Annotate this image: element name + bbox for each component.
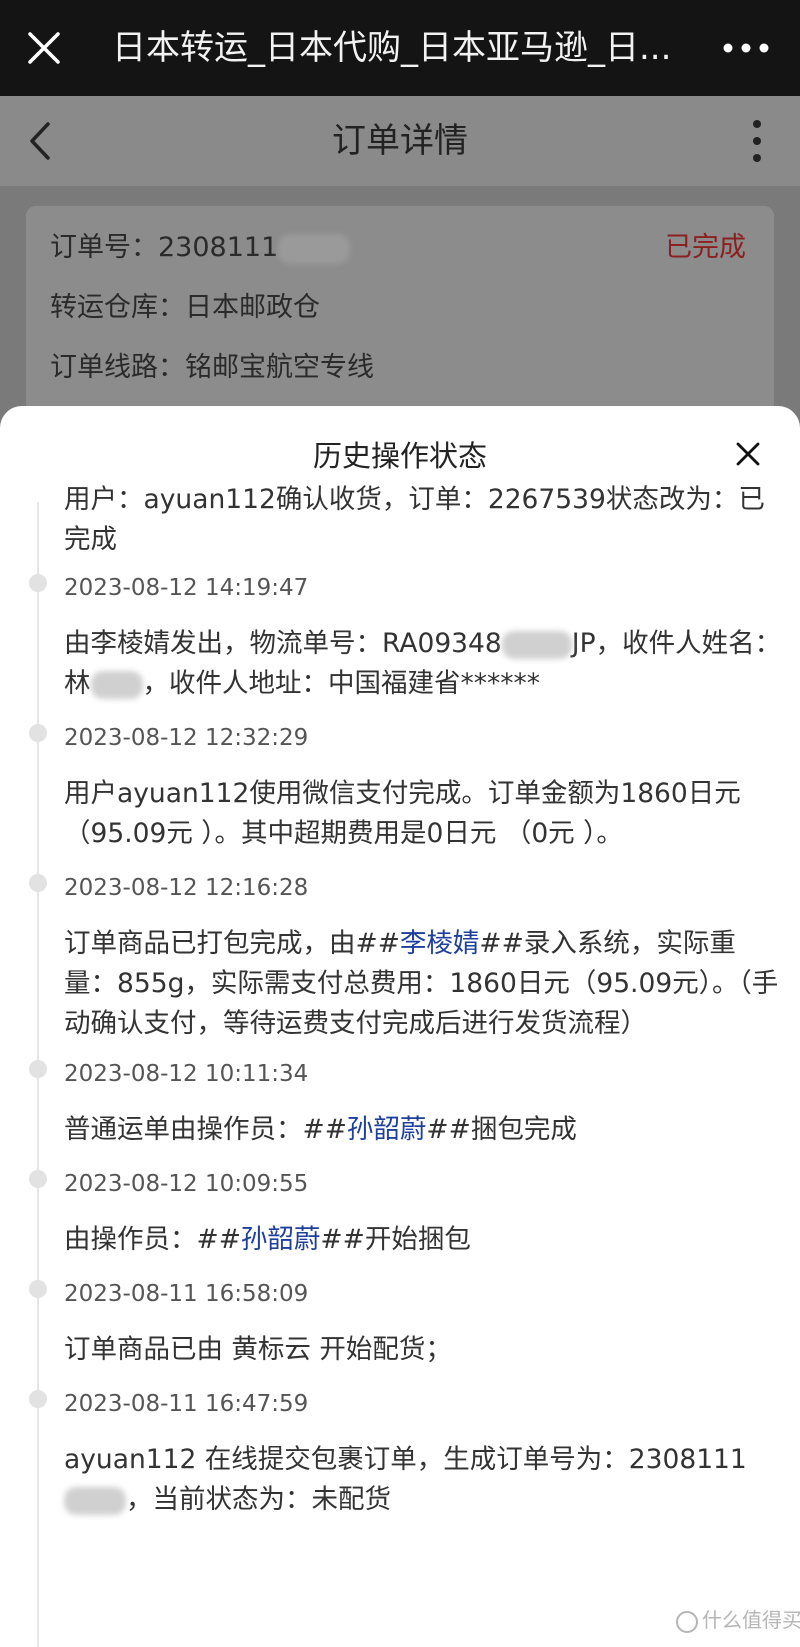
timeline-dot bbox=[29, 724, 47, 742]
watermark-text: 什么值得买 bbox=[702, 1608, 800, 1632]
route-label: 订单线路： bbox=[50, 352, 185, 383]
kebab-menu-icon[interactable] bbox=[742, 114, 772, 168]
order-number-label: 订单号： bbox=[50, 232, 158, 263]
history-timestamp: 2023-08-12 10:11:34 bbox=[64, 1061, 309, 1087]
timeline-dot bbox=[29, 574, 47, 592]
timeline-dot bbox=[29, 874, 47, 892]
timeline-dot bbox=[29, 1060, 47, 1078]
warehouse-value: 日本邮政仓 bbox=[185, 292, 320, 323]
redacted-blur bbox=[64, 1486, 126, 1515]
history-message-part: 由操作员：## bbox=[64, 1224, 241, 1255]
history-message-part: 由李棱婧发出，物流单号：RA09348 bbox=[64, 628, 502, 659]
close-icon[interactable] bbox=[22, 26, 66, 70]
route-value: 铭邮宝航空专线 bbox=[185, 352, 374, 383]
browser-title: 日本转运_日本代购_日本亚马逊_日... bbox=[112, 28, 672, 68]
history-message: 订单商品已由 黄标云 开始配货； bbox=[64, 1334, 452, 1365]
history-message: 普通运单由操作员：##孙韶蔚##捆包完成 bbox=[64, 1110, 784, 1150]
order-number-row: 订单号：2308111 bbox=[50, 228, 351, 268]
operator-name-link[interactable]: 李棱婧 bbox=[400, 928, 480, 959]
route-row: 订单线路：铭邮宝航空专线 bbox=[50, 348, 374, 388]
history-message-part: ##捆包完成 bbox=[426, 1114, 577, 1145]
history-timeline: 用户：ayuan112确认收货，订单：2267539状态改为：已完成 2023-… bbox=[0, 406, 800, 1647]
history-timestamp: 2023-08-12 10:09:55 bbox=[64, 1171, 309, 1197]
history-timestamp: 2023-08-12 12:16:28 bbox=[64, 875, 309, 901]
history-timestamp: 2023-08-12 12:32:29 bbox=[64, 725, 309, 751]
history-message-part: 订单商品已打包完成，由## bbox=[64, 928, 400, 959]
history-message-part: 普通运单由操作员：## bbox=[64, 1114, 347, 1145]
watermark: 什么值得买 bbox=[676, 1606, 800, 1634]
warehouse-row: 转运仓库：日本邮政仓 bbox=[50, 288, 320, 328]
page-title: 订单详情 bbox=[332, 121, 468, 161]
timeline-dot bbox=[29, 1280, 47, 1298]
warehouse-label: 转运仓库： bbox=[50, 292, 185, 323]
order-number-value: 2308111 bbox=[158, 232, 279, 263]
timeline-dot bbox=[29, 1390, 47, 1408]
redacted-blur bbox=[501, 630, 572, 659]
redacted-blur bbox=[90, 670, 143, 699]
history-message: ayuan112 在线提交包裹订单，生成订单号为：2308111 ，当前状态为：未… bbox=[64, 1440, 784, 1520]
history-message: 由操作员：##孙韶蔚##开始捆包 bbox=[64, 1220, 784, 1260]
operator-name-link[interactable]: 孙韶蔚 bbox=[347, 1114, 427, 1145]
history-message-part: ，收件人地址：中国福建省****** bbox=[142, 668, 541, 699]
timeline-dot bbox=[29, 1170, 47, 1188]
history-sheet: 历史操作状态 用户：ayuan112确认收货，订单：2267539状态改为：已完… bbox=[0, 406, 800, 1647]
history-timestamp: 2023-08-12 14:19:47 bbox=[64, 575, 309, 601]
redacted-blur bbox=[278, 233, 351, 264]
history-message-part: ，当前状态为：未配货 bbox=[126, 1484, 391, 1515]
history-timestamp: 2023-08-11 16:58:09 bbox=[64, 1281, 309, 1307]
page-header: 订单详情 bbox=[0, 96, 800, 186]
history-timestamp: 2023-08-11 16:47:59 bbox=[64, 1391, 309, 1417]
history-message: 由李棱婧发出，物流单号：RA09348 JP，收件人姓名：林 ，收件人地址：中国福建… bbox=[64, 624, 784, 704]
history-message: 用户：ayuan112确认收货，订单：2267539状态改为：已完成 bbox=[64, 484, 765, 555]
history-message-part: ayuan112 在线提交包裹订单，生成订单号为：2308111 bbox=[64, 1444, 747, 1475]
history-message: 订单商品已打包完成，由##李棱婧##录入系统，实际重量：855g，实际需支付总费… bbox=[64, 924, 784, 1044]
more-icon[interactable] bbox=[718, 26, 774, 70]
history-message: 用户ayuan112使用微信支付完成。订单金额为1860日元（95.09元 ）。… bbox=[64, 778, 741, 849]
history-message-part: ##开始捆包 bbox=[320, 1224, 471, 1255]
browser-bar: 日本转运_日本代购_日本亚马逊_日... bbox=[0, 0, 800, 96]
order-status-badge: 已完成 bbox=[665, 232, 746, 263]
order-card: 订单号：2308111 已完成 转运仓库：日本邮政仓 订单线路：铭邮宝航空专线 bbox=[26, 206, 774, 436]
operator-name-link[interactable]: 孙韶蔚 bbox=[241, 1224, 321, 1255]
watermark-logo-icon bbox=[676, 1610, 698, 1633]
